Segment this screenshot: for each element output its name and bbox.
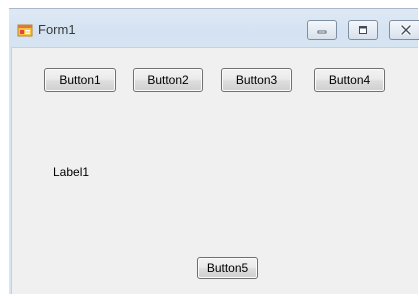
close-icon [399, 25, 412, 35]
form-client-area: Button1 Button2 Button3 Button4 Label1 B… [11, 47, 418, 294]
title-bar[interactable]: Form1 [9, 9, 419, 47]
label1: Label1 [53, 165, 90, 179]
minimize-button[interactable] [307, 20, 337, 40]
window-title: Form1 [38, 22, 76, 37]
button5[interactable]: Button5 [197, 257, 258, 279]
close-button[interactable] [389, 20, 419, 40]
minimize-icon [317, 30, 327, 34]
button4[interactable]: Button4 [314, 68, 385, 92]
maximize-button[interactable] [348, 20, 378, 40]
button3[interactable]: Button3 [221, 68, 292, 92]
app-form-icon [17, 24, 33, 37]
button2[interactable]: Button2 [133, 68, 203, 92]
form1-window: Form1 Button1 Button2 Button3 Button4 La… [1, 1, 419, 296]
button1[interactable]: Button1 [44, 68, 116, 92]
maximize-icon [359, 26, 367, 34]
